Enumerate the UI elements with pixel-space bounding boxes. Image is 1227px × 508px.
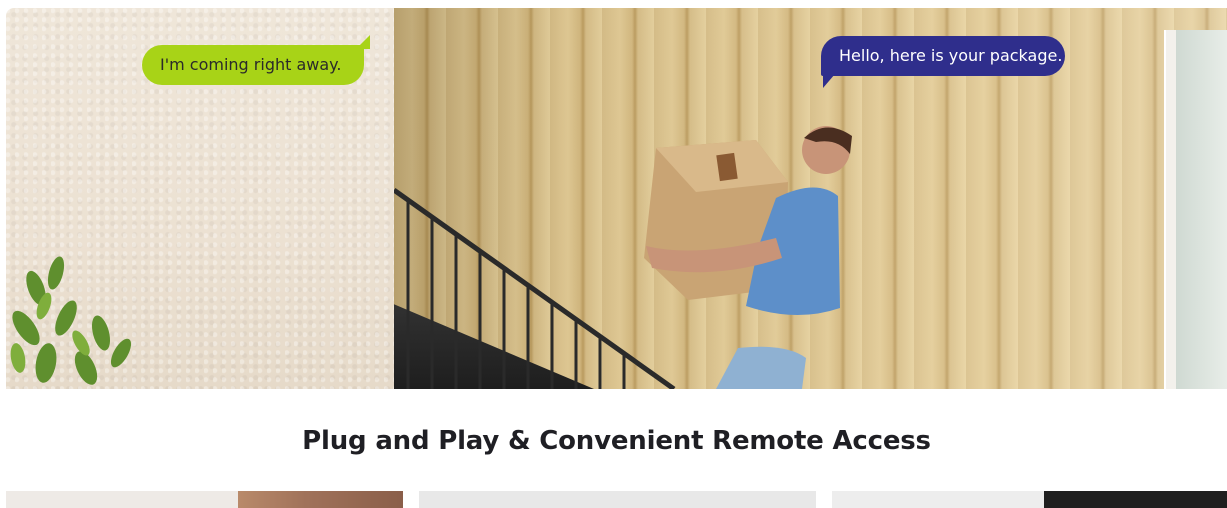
feature-thumbnail-1[interactable]	[6, 491, 403, 508]
plant-leaves	[10, 256, 132, 385]
feature-thumbnails	[6, 491, 1227, 508]
speech-bubble-courier: Hello, here is your package.	[821, 36, 1065, 88]
speech-bubble-resident-text: I'm coming right away.	[160, 55, 342, 74]
section-title: Plug and Play & Convenient Remote Access	[302, 426, 931, 456]
speech-bubble-courier-text: Hello, here is your package.	[839, 46, 1063, 65]
hero-banner-image: I'm coming right away. Hello, here is yo…	[6, 8, 1227, 389]
feature-thumbnail-2[interactable]	[419, 491, 816, 508]
product-feature-card: I'm coming right away. Hello, here is yo…	[6, 8, 1227, 508]
window-frame	[1164, 30, 1227, 389]
feature-thumbnail-3[interactable]	[832, 491, 1227, 508]
speech-bubble-resident: I'm coming right away.	[142, 45, 364, 85]
delivery-person	[644, 126, 852, 389]
